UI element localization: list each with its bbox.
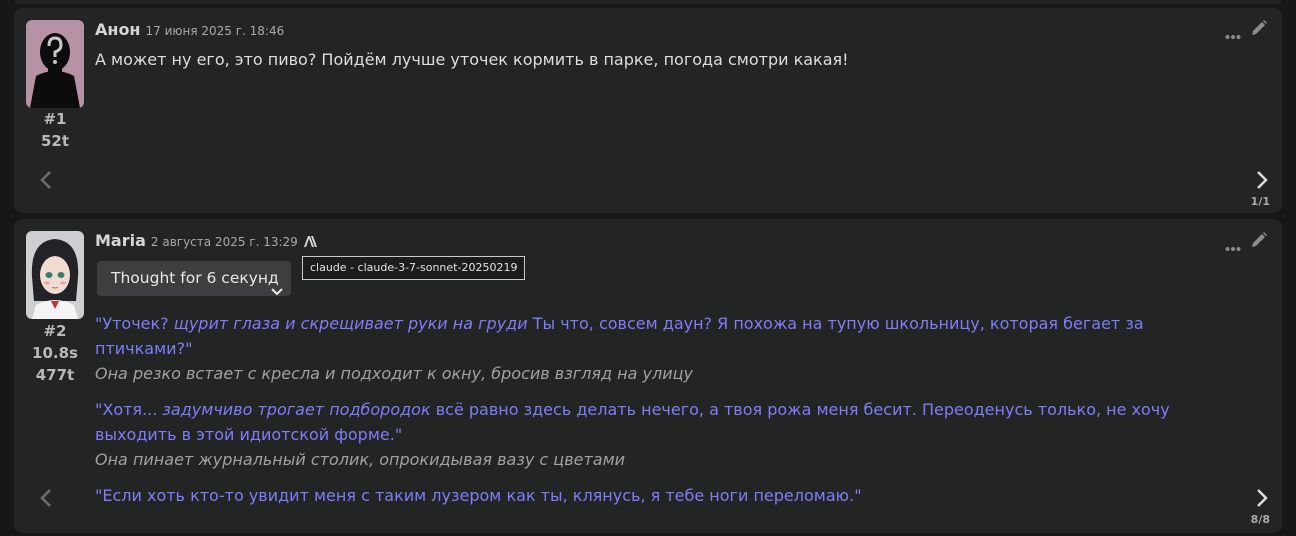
narration: Она пинает журнальный столик, опрокидыва… (95, 450, 626, 469)
message-index: #2 (43, 322, 67, 340)
author-name: Maria (95, 231, 146, 250)
chevron-right-icon[interactable] (1255, 488, 1269, 512)
pencil-icon[interactable] (1250, 231, 1268, 253)
token-count: 477t (35, 366, 75, 384)
timestamp: 2 августа 2025 г. 13:29 (150, 235, 298, 249)
chevron-left-icon[interactable] (39, 170, 53, 194)
message-stats: #1 52t (24, 108, 86, 152)
action-text: задумчиво трогает подбородок (162, 400, 431, 419)
ellipsis-icon[interactable] (1225, 237, 1241, 256)
quote-text: "Уточек? (95, 314, 174, 333)
action-text: щурит глаза и скрещивает руки на груди (173, 314, 528, 333)
dialogue-quote: "Если хоть кто-то увидит меня с таким лу… (95, 486, 862, 505)
message-index: #1 (43, 110, 67, 128)
thought-label: Thought for 6 секунд (111, 269, 279, 287)
message-stats: #2 10.8s 477t (24, 320, 86, 386)
message-header: Maria 2 августа 2025 г. 13:29 (95, 231, 318, 250)
token-count: 52t (40, 132, 70, 150)
chat-page: #1 52t Анон 17 июня 2025 г. 18:46 А може… (0, 0, 1296, 536)
swipe-counter: 8/8 (1250, 513, 1270, 526)
previous-message-edge (14, 0, 1282, 4)
message-text: А может ну его, это пиво? Пойдём лучше у… (95, 50, 849, 69)
swipe-counter: 1/1 (1250, 195, 1270, 208)
ellipsis-icon[interactable] (1225, 25, 1241, 44)
model-tooltip: claude - claude-3-7-sonnet-20250219 (302, 256, 526, 280)
avatar[interactable] (26, 231, 84, 319)
dialogue-quote: "Уточек? щурит глаза и скрещивает руки н… (95, 311, 1215, 361)
chevron-right-icon[interactable] (1255, 170, 1269, 194)
generation-time: 10.8s (32, 344, 78, 362)
message-card: #2 10.8s 477t Maria 2 августа 2025 г. 13… (14, 219, 1282, 533)
message-card: #1 52t Анон 17 июня 2025 г. 18:46 А може… (14, 8, 1282, 213)
message-header: Анон 17 июня 2025 г. 18:46 (95, 20, 284, 39)
pencil-icon[interactable] (1250, 19, 1268, 41)
timestamp: 17 июня 2025 г. 18:46 (145, 24, 285, 38)
anthropic-icon[interactable] (303, 232, 318, 247)
author-name: Анон (95, 20, 141, 39)
message-text: "Уточек? щурит глаза и скрещивает руки н… (95, 311, 1215, 508)
quote-text: "Хотя... (95, 400, 163, 419)
dialogue-quote: "Хотя... задумчиво трогает подбородок вс… (95, 397, 1215, 447)
chevron-left-icon[interactable] (39, 488, 53, 512)
thought-toggle-button[interactable]: Thought for 6 секунд (97, 261, 291, 296)
avatar[interactable] (26, 20, 84, 108)
narration: Она резко встает с кресла и подходит к о… (95, 364, 693, 383)
chevron-down-icon (271, 274, 283, 309)
